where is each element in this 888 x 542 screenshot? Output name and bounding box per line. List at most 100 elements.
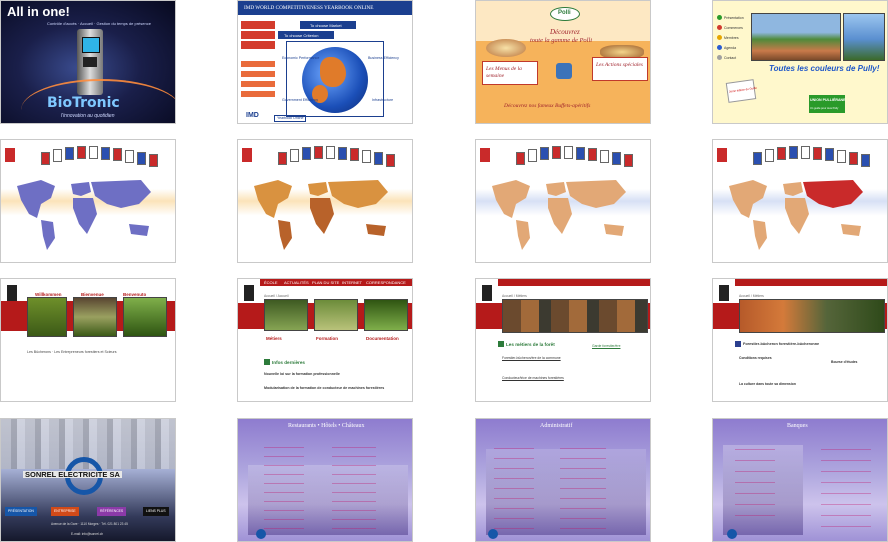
tile-banques[interactable]: Banques xyxy=(712,418,888,542)
menu-item[interactable] xyxy=(241,41,275,49)
forest-photo xyxy=(27,297,67,337)
nav-link[interactable]: PLAN DU SITE xyxy=(312,280,339,285)
section-caption[interactable]: Documentation xyxy=(366,335,399,342)
pully-menu-item[interactable]: Commerces xyxy=(724,25,743,32)
world-map[interactable] xyxy=(486,174,636,254)
biotronic-tagline: l'innovation au quotidien xyxy=(61,113,115,119)
tile-restaurants[interactable]: Restaurants • Hôtels • Châteaux xyxy=(237,418,413,542)
info-item[interactable]: Bourse d'études xyxy=(831,359,857,366)
pully-photo-lake xyxy=(843,13,885,61)
menu-item[interactable] xyxy=(241,21,275,29)
menus-label: Les Menus de la semaine xyxy=(486,66,522,79)
quadrant-label[interactable]: Business Efficiency xyxy=(368,55,399,62)
info-item[interactable]: Conditions requises xyxy=(739,355,772,362)
nav-button[interactable]: LIENS PLUS xyxy=(143,507,169,516)
page-title: Restaurants • Hôtels • Châteaux xyxy=(288,423,365,429)
home-icon[interactable] xyxy=(727,529,737,539)
world-map[interactable] xyxy=(248,174,398,254)
tile-map-red[interactable] xyxy=(712,139,888,263)
menus-box[interactable]: Les Menus de la semaine xyxy=(482,61,538,85)
section-title: Forestier-bûcheron forestière-bûcheronne xyxy=(743,342,820,346)
links-column[interactable] xyxy=(560,439,606,529)
nav-link[interactable]: CORRESPONDANCE xyxy=(366,280,406,285)
tile-map-orange[interactable] xyxy=(237,139,413,263)
actions-box[interactable]: Les Actions spéciales xyxy=(592,57,648,81)
world-map[interactable] xyxy=(11,174,161,254)
forest-home-body: Les Bûcherons · Les Entrepreneurs forest… xyxy=(27,350,117,354)
biotronic-brand: BioTronic xyxy=(47,95,120,111)
nav-button[interactable]: ENTREPRISE xyxy=(51,507,79,516)
bullet-icon xyxy=(717,25,722,30)
nav-link[interactable]: ÉCOLE xyxy=(264,280,278,285)
top-nav xyxy=(498,279,650,286)
polli-brand: Polli xyxy=(558,10,571,16)
tile-imd[interactable]: IMD WORLD COMPETITIVENESS YEARBOOK ONLIN… xyxy=(237,0,413,124)
bullet-icon xyxy=(717,35,722,40)
nav-button[interactable]: PRÉSENTATION xyxy=(5,507,37,516)
tile-map-purple[interactable] xyxy=(0,139,176,263)
pully-menu-item[interactable]: Membres xyxy=(724,35,739,42)
biotronic-subtitle: Contrôle d'accès · Accueil · Gestion du … xyxy=(47,21,151,26)
pully-menu-item[interactable]: Agenda xyxy=(724,45,736,52)
imd-footer-link[interactable]: Yearbook Online xyxy=(274,115,307,122)
bullet-icon xyxy=(717,15,722,20)
actions-label: Les Actions spéciales xyxy=(596,62,643,68)
choose-market-box[interactable]: To choose Market xyxy=(300,21,356,29)
news-item[interactable]: Nouvelle loi sur la formation profession… xyxy=(264,371,340,378)
workers-photo-strip xyxy=(502,299,648,333)
forest-logo xyxy=(7,285,17,301)
home-icon[interactable] xyxy=(488,529,498,539)
info-item[interactable]: La culture dans toute sa dimension xyxy=(739,381,796,388)
nav-link[interactable]: INTERNET xyxy=(342,280,362,285)
choose-criterion-label: To choose Criterion xyxy=(284,33,319,38)
quadrant-label[interactable]: Infrastructure xyxy=(372,97,393,104)
map-logo xyxy=(5,148,15,162)
union-logo[interactable]: UNION PULLIÉRANE Un guide pour tous Pull… xyxy=(809,95,846,113)
sonrel-email[interactable]: E-mail: info@sonrel.ch xyxy=(71,531,103,538)
home-icon[interactable] xyxy=(256,529,266,539)
menu-item[interactable] xyxy=(241,71,275,77)
section-caption[interactable]: Formation xyxy=(316,335,338,342)
tile-forest-forestier[interactable]: Accueil / Métiers Forestier-bûcheron for… xyxy=(712,278,888,402)
forest-photo xyxy=(73,297,117,337)
job-link[interactable]: Forestier-bûcheron/ère de la commune xyxy=(502,355,561,362)
job-link[interactable]: Garde forestier/ère xyxy=(592,343,620,350)
menu-item[interactable] xyxy=(241,91,275,97)
quadrant-label[interactable]: Economic Performance xyxy=(282,55,319,62)
pully-badge-text: 2ème édition du Guide xyxy=(728,85,758,94)
job-link[interactable]: Conducteur/trice de machines forestières xyxy=(502,375,564,382)
tile-map-tan[interactable] xyxy=(475,139,651,263)
tile-forest-metiers[interactable]: Accueil / Métiers Les métiers de la forê… xyxy=(475,278,651,402)
menu-item[interactable] xyxy=(241,61,275,67)
tile-polli[interactable]: Polli Découvrez toute la gamme de Polli … xyxy=(475,0,651,124)
nav-link[interactable]: ACTUALITÉS xyxy=(284,280,309,285)
quadrant-frame xyxy=(286,41,384,117)
forest-photo xyxy=(314,299,358,331)
tile-sonrel[interactable]: SONREL ELECTRICITE SA PRÉSENTATION ENTRE… xyxy=(0,418,176,542)
choose-market-label: To choose Market xyxy=(310,23,342,28)
choose-criterion-box[interactable]: To choose Criterion xyxy=(278,31,334,39)
menu-item[interactable] xyxy=(241,31,275,39)
tile-biotronic[interactable]: All in one! Contrôle d'accès · Accueil ·… xyxy=(0,0,176,124)
tile-forest-home[interactable]: Willkommen Bienvenue Benvenuto Les Bûche… xyxy=(0,278,176,402)
tile-forest-formation[interactable]: ÉCOLE ACTUALITÉS PLAN DU SITE INTERNET C… xyxy=(237,278,413,402)
world-map[interactable] xyxy=(723,174,873,254)
links-column[interactable] xyxy=(332,439,376,529)
links-column[interactable] xyxy=(735,439,775,519)
links-column[interactable] xyxy=(264,439,304,529)
pully-menu-item[interactable]: Présentation xyxy=(724,15,744,22)
quadrant-label[interactable]: Government Efficiency xyxy=(282,97,318,104)
food-image xyxy=(486,39,526,57)
links-column[interactable] xyxy=(494,439,534,529)
news-item[interactable]: Modularisation de la formation de conduc… xyxy=(264,385,384,392)
section-caption[interactable]: Métiers xyxy=(266,335,282,342)
pully-menu-item[interactable]: Contact xyxy=(724,55,736,62)
tile-administratif[interactable]: Administratif xyxy=(475,418,651,542)
top-nav: ÉCOLE ACTUALITÉS PLAN DU SITE INTERNET C… xyxy=(260,279,412,286)
nav-button[interactable]: RÉFÉRENCES xyxy=(97,507,127,516)
menu-item[interactable] xyxy=(241,81,275,87)
page-title: Banques xyxy=(787,423,808,429)
links-column[interactable] xyxy=(821,439,871,529)
polli-bottom-text[interactable]: Découvrez nos fameux Buffets-apéritifs xyxy=(504,103,590,110)
tile-pully[interactable]: Présentation Commerces Membres Agenda Co… xyxy=(712,0,888,124)
